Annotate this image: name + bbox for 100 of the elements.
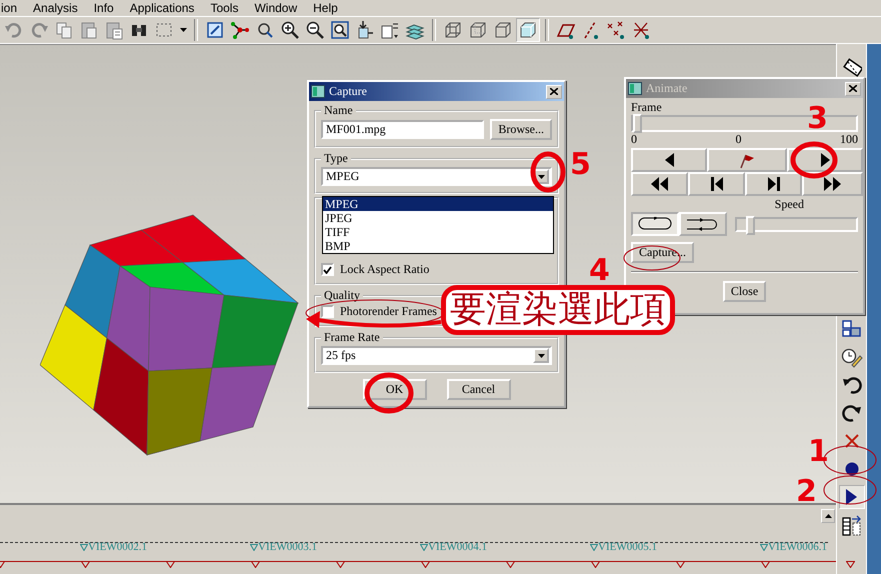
name-field[interactable]: MF001.mpg xyxy=(321,120,484,139)
checkbox[interactable] xyxy=(321,263,334,276)
frame-rate-dropdown[interactable]: 25 fps xyxy=(321,346,552,365)
close-icon xyxy=(849,85,857,92)
annotation-circle xyxy=(790,142,838,178)
annotation-number: 1 xyxy=(808,437,829,467)
window-title: Animate xyxy=(646,81,688,96)
step-forward-button[interactable] xyxy=(745,172,802,196)
dropdown-arrow-icon xyxy=(538,174,544,178)
dropdown-value: MPEG xyxy=(326,169,360,184)
play-forward-icon xyxy=(820,153,830,167)
checkbox-label: Lock Aspect Ratio xyxy=(340,262,430,277)
view-marker-icon xyxy=(590,544,598,550)
slider-min-label: 0 xyxy=(631,133,637,145)
browse-button[interactable]: Browse... xyxy=(490,119,552,140)
loop-mode-button[interactable] xyxy=(631,212,679,236)
redo-arrow-icon xyxy=(842,403,862,423)
view-marker-icon xyxy=(760,544,768,550)
zoom-in-icon xyxy=(280,20,300,40)
shaded-cube-button[interactable] xyxy=(516,18,540,42)
group-label: Type xyxy=(323,151,349,166)
menu-item[interactable]: Analysis xyxy=(33,1,78,15)
scroll-up-icon xyxy=(824,514,832,518)
annotation-number: 2 xyxy=(796,477,817,507)
annotation-circle xyxy=(530,152,566,192)
cancel-button[interactable]: Cancel xyxy=(446,379,510,400)
rewind-button[interactable] xyxy=(631,172,688,196)
group-label: Quality xyxy=(323,288,361,303)
dropdown-option[interactable]: MPEG xyxy=(323,197,553,211)
rewind-icon xyxy=(651,177,668,191)
bounce-mode-button[interactable] xyxy=(679,212,727,236)
annotation-circle xyxy=(824,476,876,504)
slider-thumb[interactable] xyxy=(746,216,755,234)
datum-points-icon xyxy=(606,20,626,40)
zoom-fit-icon xyxy=(330,20,350,40)
dropdown-arrow-icon xyxy=(538,354,544,358)
fast-forward-icon xyxy=(824,177,841,191)
checkbox[interactable] xyxy=(321,305,334,318)
node-graph-icon xyxy=(230,20,250,40)
menu-item[interactable]: Help xyxy=(313,1,338,15)
window-icon xyxy=(311,85,325,98)
annotation-number: 4 xyxy=(589,256,610,286)
dropdown-option[interactable]: JPEG xyxy=(323,211,553,225)
group-label: Name xyxy=(323,103,354,118)
loop-icon xyxy=(638,217,672,231)
component-boxes-icon xyxy=(842,319,862,339)
view-marker-icon xyxy=(250,544,258,550)
slider-max-label: 100 xyxy=(840,133,858,145)
view-label: VIEW0005.1 xyxy=(598,541,657,553)
annotation-number: 5 xyxy=(570,150,591,180)
group-label: Frame Rate xyxy=(323,330,381,345)
view-label: VIEW0006.1 xyxy=(768,541,827,553)
delete-x-icon xyxy=(842,432,860,450)
step-back-button[interactable] xyxy=(688,172,745,196)
play-backward-button[interactable] xyxy=(631,148,707,172)
paste-icon xyxy=(79,20,99,40)
menu-item[interactable]: Tools xyxy=(210,1,238,15)
menu-item[interactable]: Window xyxy=(254,1,298,15)
close-dialog-button[interactable]: Close xyxy=(722,281,766,302)
redo-icon xyxy=(29,20,49,40)
menu-item[interactable]: ion xyxy=(1,1,18,15)
undo-icon xyxy=(4,20,24,40)
film-list-icon xyxy=(842,514,862,536)
frame-label: Frame xyxy=(631,100,663,115)
checkbox-label: Photorender Frames xyxy=(340,304,437,319)
dropdown-option[interactable]: TIFF xyxy=(323,225,553,239)
slider-thumb[interactable] xyxy=(633,114,642,133)
coordinate-system-icon xyxy=(631,20,651,40)
close-button[interactable] xyxy=(546,84,562,98)
repaint-icon xyxy=(205,20,225,40)
undo-arrow-icon xyxy=(842,375,862,395)
play-triangle-button[interactable] xyxy=(838,485,864,509)
caret-icon xyxy=(180,28,186,32)
flag-button[interactable] xyxy=(707,148,787,172)
type-dropdown[interactable]: MPEG xyxy=(321,167,552,186)
close-icon xyxy=(550,88,558,95)
play-backward-icon xyxy=(664,153,674,167)
copy-icon xyxy=(54,20,74,40)
menu-item[interactable]: Applications xyxy=(130,1,194,15)
fast-forward-button[interactable] xyxy=(802,172,863,196)
keyframe-marker-icon xyxy=(846,561,855,568)
view-label: VIEW0002.1 xyxy=(88,541,147,553)
view-marker-icon xyxy=(420,544,428,550)
checkmark-icon xyxy=(323,266,332,274)
view-marker-icon xyxy=(80,544,88,550)
shaded-cube-icon xyxy=(518,20,538,40)
bounce-icon xyxy=(686,217,720,231)
play-triangle-icon xyxy=(846,489,858,505)
dropdown-option[interactable]: BMP xyxy=(323,239,553,253)
clock-pencil-icon xyxy=(840,346,862,368)
view-label: VIEW0003.1 xyxy=(258,541,317,553)
dropdown-value: 25 fps xyxy=(326,348,356,363)
window-icon xyxy=(628,82,642,95)
annotation-number: 3 xyxy=(807,104,828,134)
record-dot-icon xyxy=(844,462,858,476)
menu-item[interactable]: Info xyxy=(94,1,114,15)
clipboard-icon xyxy=(104,20,124,40)
annotation-label: 要渲染選此項 xyxy=(441,285,675,335)
scroll-up-button[interactable] xyxy=(821,509,835,523)
hidden-line-cube-icon xyxy=(468,20,488,40)
